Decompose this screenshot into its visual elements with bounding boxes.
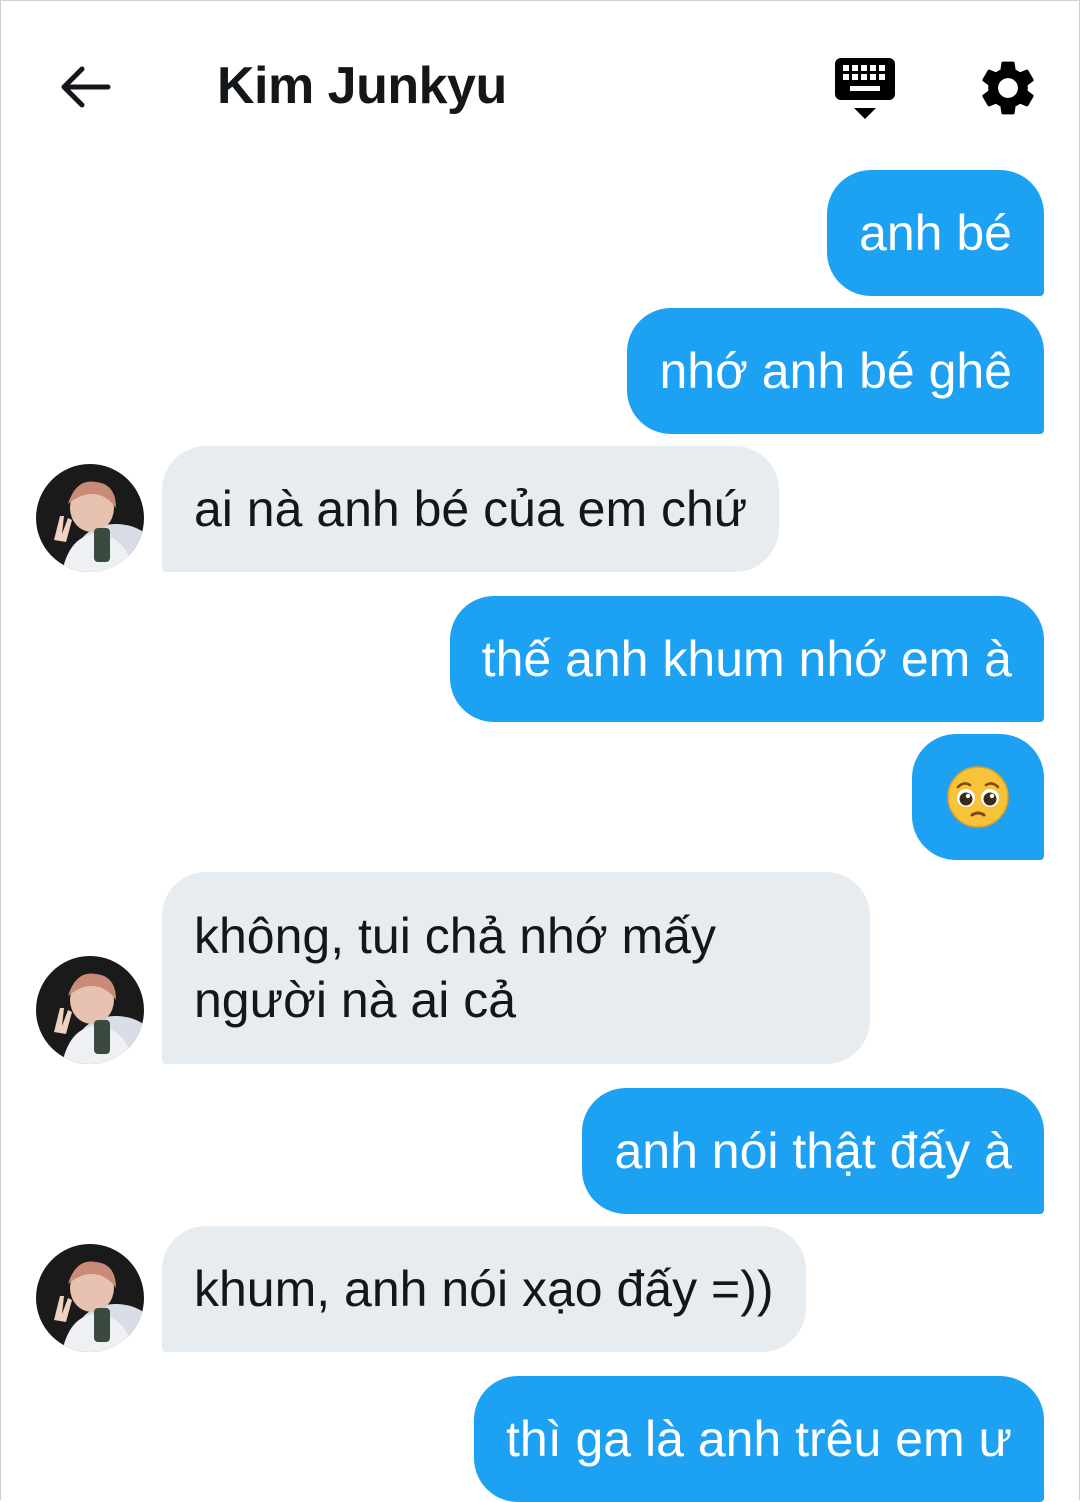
message-text: nhớ anh bé ghê <box>659 343 1012 399</box>
sent-message-bubble[interactable]: anh bé <box>827 170 1044 296</box>
sent-message-bubble[interactable]: thế anh khum nhớ em à <box>449 596 1044 722</box>
message-text: anh nói thật đấy à <box>614 1123 1012 1179</box>
avatar[interactable] <box>36 464 144 572</box>
message-row: anh nói thật đấy à <box>0 1088 1080 1214</box>
message-row: 🥺 <box>0 734 1080 860</box>
message-row: khum, anh nói xạo đấy =)) <box>0 1226 1080 1352</box>
avatar-image <box>36 956 144 1064</box>
message-text: ai nà anh bé của em chứ <box>194 481 748 537</box>
message-text: anh bé <box>859 205 1012 261</box>
message-text: thế anh khum nhớ em à <box>481 631 1012 687</box>
message-text: thì ga là anh trêu em ư <box>506 1411 1012 1467</box>
sent-message-bubble[interactable]: thì ga là anh trêu em ư <box>474 1376 1044 1502</box>
message-row: thì ga là anh trêu em ư <box>0 1376 1080 1502</box>
keyboard-button[interactable] <box>832 56 898 122</box>
conversation-header: Kim Junkyu <box>0 0 1080 170</box>
arrow-left-icon <box>61 66 111 108</box>
settings-button[interactable] <box>975 55 1041 121</box>
avatar-image <box>36 464 144 572</box>
received-message-bubble[interactable]: khum, anh nói xạo đấy =)) <box>162 1226 806 1352</box>
sent-message-bubble[interactable]: anh nói thật đấy à <box>582 1088 1044 1214</box>
avatar-image <box>36 1244 144 1352</box>
gear-icon <box>982 61 1034 115</box>
received-message-bubble[interactable]: ai nà anh bé của em chứ <box>162 446 780 572</box>
message-row: ai nà anh bé của em chứ <box>0 446 1080 572</box>
avatar[interactable] <box>36 956 144 1064</box>
sent-message-bubble[interactable]: nhớ anh bé ghê <box>627 308 1044 434</box>
message-row: anh bé <box>0 170 1080 296</box>
message-row: thế anh khum nhớ em à <box>0 596 1080 722</box>
message-row: không, tui chả nhớ mấy người nà ai cả <box>0 872 1080 1064</box>
message-text: khum, anh nói xạo đấy =)) <box>194 1261 774 1317</box>
message-row: nhớ anh bé ghê <box>0 308 1080 434</box>
pleading-face-emoji <box>947 766 1009 828</box>
keyboard-icon <box>835 58 895 119</box>
sent-emoji-bubble[interactable]: 🥺 <box>912 734 1044 860</box>
back-button[interactable] <box>52 55 116 119</box>
conversation-title[interactable]: Kim Junkyu <box>217 56 507 116</box>
received-message-bubble[interactable]: không, tui chả nhớ mấy người nà ai cả <box>162 872 870 1064</box>
avatar[interactable] <box>36 1244 144 1352</box>
message-text: không, tui chả nhớ mấy người nà ai cả <box>194 908 716 1028</box>
